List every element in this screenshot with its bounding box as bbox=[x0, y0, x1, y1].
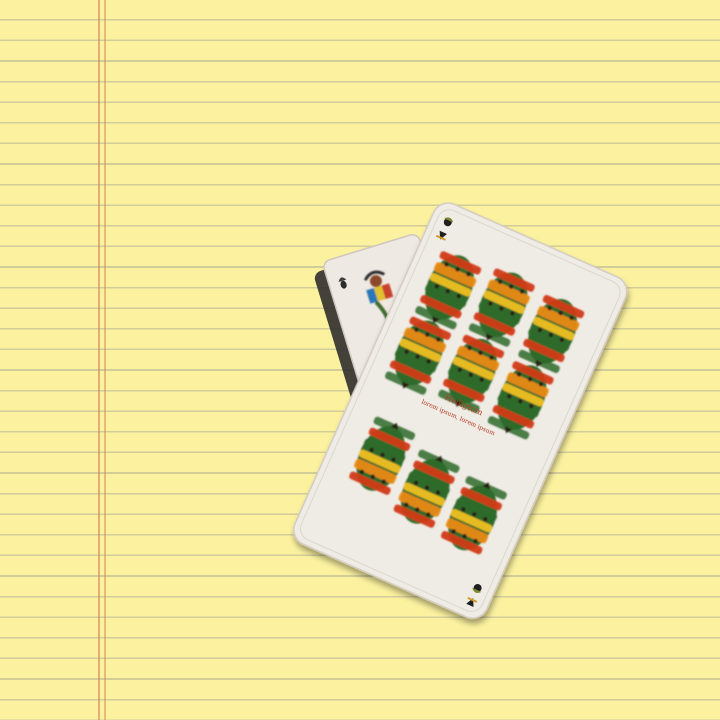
playing-cards-svg: Heiligtum lorem ipsum, lorem ipsum bbox=[293, 202, 628, 619]
table-surface: Heiligtum lorem ipsum, lorem ipsum bbox=[0, 0, 720, 720]
